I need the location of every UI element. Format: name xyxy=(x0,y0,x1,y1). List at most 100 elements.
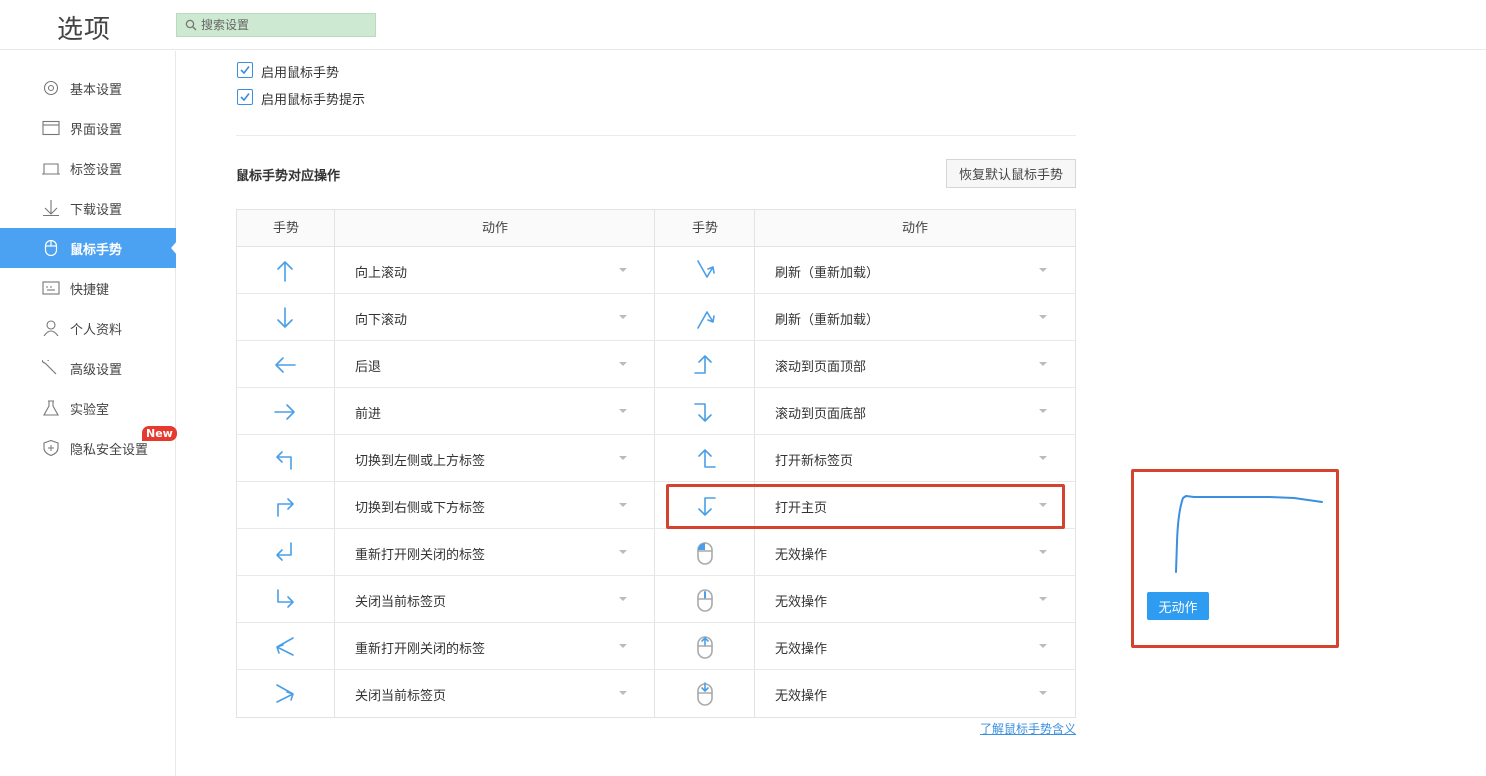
gesture-preview: 无动作 xyxy=(1131,469,1339,648)
sidebar-item-download[interactable]: 下载设置 xyxy=(0,188,176,228)
enable-hint-checkbox[interactable] xyxy=(237,89,253,105)
sidebar-item-interface[interactable]: 界面设置 xyxy=(0,108,176,148)
dropdown-arrow-icon[interactable] xyxy=(1039,268,1047,272)
divider xyxy=(236,135,1076,136)
sidebar-item-label: 个人资料 xyxy=(70,323,123,338)
table-row: 重新打开刚关闭的标签 无效操作 xyxy=(237,623,1075,670)
dropdown-arrow-icon[interactable] xyxy=(619,362,627,366)
action-select[interactable]: 切换到左侧或上方标签 xyxy=(355,450,485,469)
up-right-gesture-icon xyxy=(277,498,294,517)
action-select[interactable]: 关闭当前标签页 xyxy=(355,685,446,704)
shield-icon xyxy=(43,440,59,456)
action-select[interactable]: 滚动到页面顶部 xyxy=(775,356,866,375)
sidebar: 基本设置 界面设置 标签设置 下载设置 鼠标手势 快捷键 个人资料 高级设置 实… xyxy=(0,51,177,776)
table-row: 关闭当前标签页 无效操作 xyxy=(237,670,1075,717)
search-input[interactable] xyxy=(201,16,371,34)
sidebar-item-tabs[interactable]: 标签设置 xyxy=(0,148,176,188)
table-row: 后退 滚动到页面顶部 xyxy=(237,341,1075,388)
action-select[interactable]: 无效操作 xyxy=(775,591,827,610)
header-gesture: 手势 xyxy=(655,210,755,247)
action-select[interactable]: 重新打开刚关闭的标签 xyxy=(355,544,485,563)
sidebar-item-mouse-gesture[interactable]: 鼠标手势 xyxy=(0,228,177,268)
dropdown-arrow-icon[interactable] xyxy=(1039,597,1047,601)
enable-gesture-checkbox[interactable] xyxy=(237,62,253,78)
action-select[interactable]: 滚动到页面底部 xyxy=(775,403,866,422)
flask-icon xyxy=(43,400,59,416)
sidebar-item-privacy[interactable]: 隐私安全设置 New xyxy=(0,426,177,468)
arrow-up-icon xyxy=(277,261,293,282)
action-select[interactable]: 切换到右侧或下方标签 xyxy=(355,497,485,516)
sidebar-item-label: 界面设置 xyxy=(70,123,123,138)
mouse-left-click-icon xyxy=(697,542,713,565)
dropdown-arrow-icon[interactable] xyxy=(619,691,627,695)
dropdown-arrow-icon[interactable] xyxy=(619,550,627,554)
dropdown-arrow-icon[interactable] xyxy=(1039,691,1047,695)
action-select[interactable]: 刷新（重新加载） xyxy=(775,262,879,281)
dropdown-arrow-icon[interactable] xyxy=(619,644,627,648)
table-row: 重新打开刚关闭的标签 无效操作 xyxy=(237,529,1075,576)
action-select[interactable]: 后退 xyxy=(355,356,381,375)
restore-default-button[interactable]: 恢复默认鼠标手势 xyxy=(946,159,1076,188)
dropdown-arrow-icon[interactable] xyxy=(1039,456,1047,460)
action-select[interactable]: 前进 xyxy=(355,403,381,422)
action-select[interactable]: 重新打开刚关闭的标签 xyxy=(355,638,485,657)
sidebar-item-profile[interactable]: 个人资料 xyxy=(0,308,176,348)
tab-icon xyxy=(42,163,60,175)
dropdown-arrow-icon[interactable] xyxy=(619,409,627,413)
mouse-scroll-up-icon xyxy=(697,636,713,659)
search-icon xyxy=(185,19,197,31)
sidebar-item-lab[interactable]: 实验室 xyxy=(0,388,176,428)
dropdown-arrow-icon[interactable] xyxy=(619,268,627,272)
action-select[interactable]: 刷新（重新加载） xyxy=(775,309,879,328)
sidebar-item-advanced[interactable]: 高级设置 xyxy=(0,348,176,388)
sidebar-item-label: 下载设置 xyxy=(70,203,123,218)
gear-icon xyxy=(43,80,59,96)
action-select[interactable]: 关闭当前标签页 xyxy=(355,591,446,610)
new-badge: New xyxy=(142,426,177,441)
up-right-corner-icon xyxy=(698,449,716,468)
dropdown-arrow-icon[interactable] xyxy=(619,597,627,601)
table-row: 关闭当前标签页 无效操作 xyxy=(237,576,1075,623)
dropdown-arrow-icon[interactable] xyxy=(1039,409,1047,413)
dropdown-arrow-icon[interactable] xyxy=(1039,550,1047,554)
arrow-right-icon xyxy=(274,404,295,420)
up-left-gesture-icon xyxy=(276,451,292,470)
dropdown-arrow-icon[interactable] xyxy=(1039,362,1047,366)
learn-gesture-link[interactable]: 了解鼠标手势含义 xyxy=(980,720,1076,737)
sidebar-item-basic[interactable]: 基本设置 xyxy=(0,68,176,108)
arrow-down-icon xyxy=(277,307,293,328)
enable-gesture-label[interactable]: 启用鼠标手势 xyxy=(261,62,339,81)
header-action: 动作 xyxy=(335,210,655,247)
dropdown-arrow-icon[interactable] xyxy=(1039,503,1047,507)
arrow-left-icon xyxy=(275,357,296,373)
dropdown-arrow-icon[interactable] xyxy=(619,315,627,319)
table-row: 切换到右侧或下方标签 打开主页 xyxy=(237,482,1075,529)
download-icon xyxy=(43,200,59,216)
header: 选项 xyxy=(0,0,1486,50)
action-select[interactable]: 向下滚动 xyxy=(355,309,407,328)
left-down-gesture-icon xyxy=(698,497,716,516)
dropdown-arrow-icon[interactable] xyxy=(1039,315,1047,319)
down-left-gesture-icon xyxy=(276,542,292,561)
search-box[interactable] xyxy=(176,13,376,37)
enable-hint-label[interactable]: 启用鼠标手势提示 xyxy=(261,89,365,108)
header-gesture: 手势 xyxy=(237,210,335,247)
dropdown-arrow-icon[interactable] xyxy=(619,456,627,460)
mouse-scroll-down-icon xyxy=(697,682,713,706)
user-icon xyxy=(43,320,59,336)
sidebar-item-label: 隐私安全设置 xyxy=(70,443,149,458)
check-icon xyxy=(240,66,250,75)
keyboard-icon xyxy=(42,281,60,295)
dropdown-arrow-icon[interactable] xyxy=(1039,644,1047,648)
action-select[interactable]: 打开主页 xyxy=(775,497,827,516)
action-select[interactable]: 无效操作 xyxy=(775,638,827,657)
sidebar-item-shortcut[interactable]: 快捷键 xyxy=(0,268,176,308)
action-select[interactable]: 无效操作 xyxy=(775,685,827,704)
dropdown-arrow-icon[interactable] xyxy=(619,503,627,507)
action-select[interactable]: 向上滚动 xyxy=(355,262,407,281)
action-select[interactable]: 打开新标签页 xyxy=(775,450,853,469)
check-icon xyxy=(240,93,250,102)
sidebar-item-label: 标签设置 xyxy=(70,163,123,178)
action-select[interactable]: 无效操作 xyxy=(775,544,827,563)
table-row: 向下滚动 刷新（重新加载） xyxy=(237,294,1075,341)
